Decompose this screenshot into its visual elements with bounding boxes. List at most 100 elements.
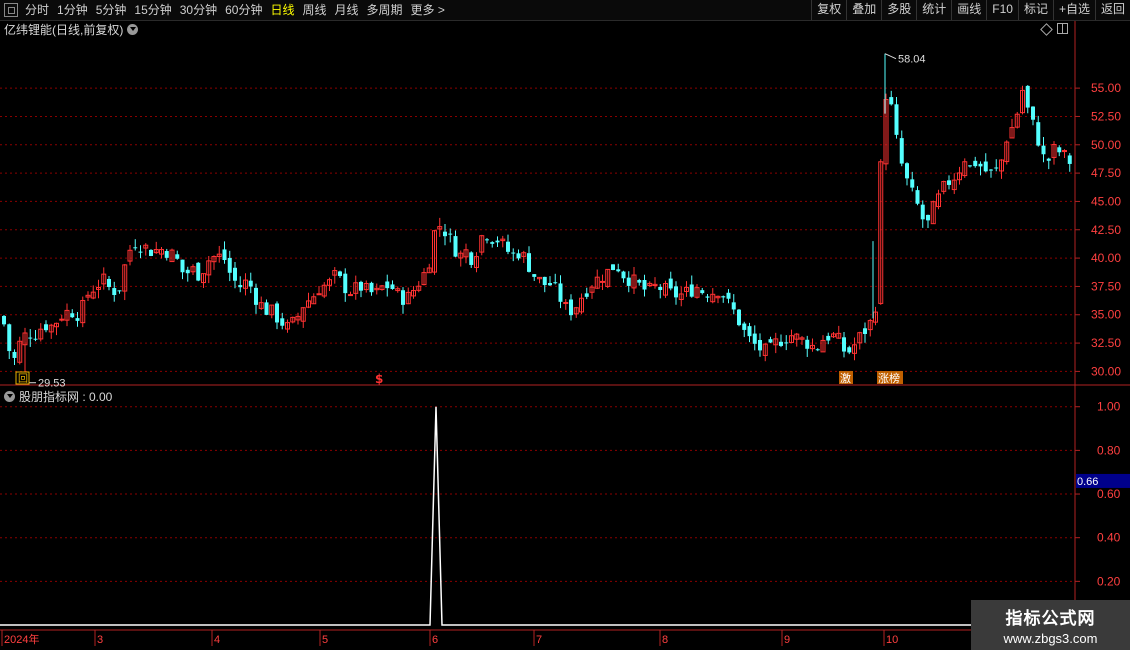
candle-body xyxy=(705,296,710,298)
candle-body xyxy=(847,347,852,353)
candle-body xyxy=(584,293,589,297)
candle-body xyxy=(1036,122,1041,146)
huitiao-label: 回 xyxy=(18,373,28,385)
candle-body xyxy=(863,328,867,334)
candle-body xyxy=(133,247,138,249)
candle-body xyxy=(12,351,17,358)
candle-body xyxy=(7,324,12,352)
candle-body xyxy=(768,339,773,343)
candle-body xyxy=(443,231,447,237)
candle-body xyxy=(401,290,405,305)
candle-body xyxy=(899,138,904,164)
candle-body xyxy=(107,278,111,287)
y-tick-label: 37.50 xyxy=(1091,279,1121,293)
candle-body xyxy=(894,104,899,135)
x-tick-label: 7 xyxy=(536,634,542,646)
candle-body xyxy=(359,281,363,291)
y-tick-label: 0.60 xyxy=(1097,487,1121,501)
candle-body xyxy=(1025,85,1030,108)
candle-body xyxy=(490,242,495,244)
candle-body xyxy=(316,293,322,296)
candle-body xyxy=(569,299,573,316)
candle-body xyxy=(117,290,122,292)
candle-body xyxy=(626,277,631,286)
y-tick-label: 42.50 xyxy=(1091,223,1121,237)
watermark-title: 指标公式网 xyxy=(1005,609,1096,628)
candle-body xyxy=(185,269,190,274)
y-tick-label: 0.80 xyxy=(1097,443,1121,457)
candle-body xyxy=(947,180,951,185)
candle-body xyxy=(674,286,678,298)
candle-body xyxy=(348,294,353,297)
candle-body xyxy=(700,290,705,294)
candle-body xyxy=(978,163,983,167)
candle-body xyxy=(926,214,930,221)
candle-body xyxy=(227,257,232,273)
candle-body xyxy=(842,337,846,352)
candle-body xyxy=(905,163,909,179)
x-tick-label: 9 xyxy=(784,634,790,646)
y-tick-label: 40.00 xyxy=(1091,251,1121,265)
candle-body xyxy=(138,251,143,253)
ji-label: 激 xyxy=(840,371,851,385)
candle-body xyxy=(1041,145,1046,155)
x-tick-label: 4 xyxy=(214,634,220,646)
candle-body xyxy=(75,318,80,321)
candle-body xyxy=(338,271,342,276)
candle-body xyxy=(495,240,500,243)
candle-body xyxy=(983,161,988,172)
candle-body xyxy=(1046,158,1051,161)
kline-chart[interactable]: 30.00 32.50 35.00 37.50 40.00 42.50 45.00 47.50… xyxy=(0,0,1130,650)
candle-body xyxy=(390,284,395,289)
candle-body xyxy=(280,318,285,326)
candle-body xyxy=(506,241,510,252)
candle-body xyxy=(33,338,38,340)
indicator-series xyxy=(0,406,1075,626)
y-tick-label: 0.20 xyxy=(1097,574,1121,588)
y-tick-label: 0.40 xyxy=(1097,531,1121,545)
candle-body xyxy=(28,337,33,339)
y-tick-label: 45.00 xyxy=(1091,194,1121,208)
candle-body xyxy=(469,252,474,265)
candle-body xyxy=(989,169,993,171)
candle-body xyxy=(1031,106,1035,120)
candle-body xyxy=(222,249,227,261)
candle-body xyxy=(731,302,736,310)
candle-body xyxy=(758,340,762,351)
candle-body xyxy=(369,282,374,293)
candle-body xyxy=(616,269,621,272)
candle-body xyxy=(742,323,747,330)
candle-body xyxy=(1057,147,1062,153)
x-tick-label: 10 xyxy=(886,634,898,646)
candle-body xyxy=(59,318,65,321)
candle-body xyxy=(637,279,642,283)
candle-body xyxy=(238,285,243,288)
candle-body xyxy=(621,271,626,279)
candle-body xyxy=(542,276,547,286)
candle-body xyxy=(721,296,726,298)
y-tick-label: 47.50 xyxy=(1091,166,1121,180)
candle-body xyxy=(815,349,820,351)
candle-body xyxy=(737,309,741,326)
dropdown-icon[interactable] xyxy=(4,391,15,402)
candle-body xyxy=(726,292,731,299)
candle-body xyxy=(752,333,757,344)
candle-body xyxy=(915,190,920,204)
candle-body xyxy=(180,259,185,273)
high-marker-line xyxy=(884,53,897,60)
watermark-url: www.zbgs3.com xyxy=(1003,631,1098,646)
candle-body xyxy=(385,281,390,289)
y-tick-label: 55.00 xyxy=(1091,81,1121,95)
candle-body xyxy=(149,249,153,256)
candle-body xyxy=(343,273,348,294)
candle-body xyxy=(600,280,605,283)
candle-body xyxy=(1062,150,1067,153)
indicator-title-bar: 股朋指标网 : 0.00 xyxy=(4,388,112,405)
candle-body xyxy=(44,324,48,331)
current-value-label: 0.66 xyxy=(1077,476,1098,488)
y-tick-label: 1.00 xyxy=(1097,400,1121,414)
candle-body xyxy=(516,253,521,259)
x-tick-label: 3 xyxy=(97,634,103,646)
candle-body xyxy=(248,280,253,287)
candle-body xyxy=(826,335,831,341)
